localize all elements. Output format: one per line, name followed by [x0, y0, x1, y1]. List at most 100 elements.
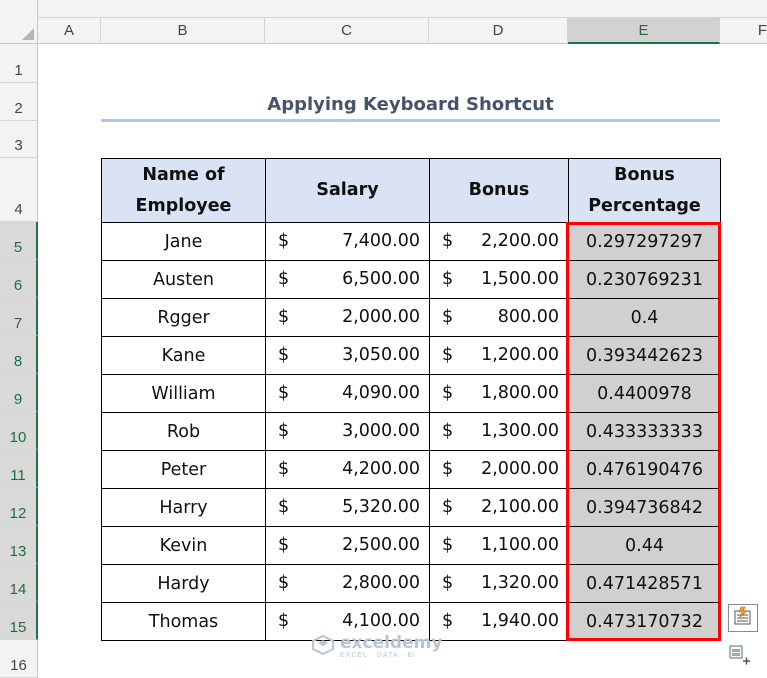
salary-amount: 2,800.00	[342, 573, 420, 593]
bonus-percentage-selection-box	[566, 222, 721, 641]
currency-symbol: $	[442, 497, 454, 517]
currency-symbol: $	[442, 535, 454, 555]
row-header-2[interactable]: 2	[0, 83, 38, 121]
bonus-amount: 1,200.00	[481, 345, 559, 365]
exceldemy-watermark: exceldemy EXCEL · DATA · BI	[312, 632, 462, 662]
currency-symbol: $	[442, 231, 454, 251]
column-header-e[interactable]: E	[568, 18, 720, 44]
salary-cell[interactable]: $2,800.00	[265, 564, 430, 603]
bonus-cell[interactable]: $1,300.00	[429, 412, 569, 451]
currency-symbol: $	[278, 611, 290, 631]
currency-symbol: $	[278, 269, 290, 289]
column-header-c[interactable]: C	[265, 18, 429, 44]
header-name-of-employee[interactable]: Name of Employee	[101, 158, 266, 223]
header-bonus-percentage[interactable]: Bonus Percentage	[568, 158, 721, 223]
row-header-14[interactable]: 14	[0, 564, 38, 602]
bonus-cell[interactable]: $2,000.00	[429, 450, 569, 489]
employee-name-cell[interactable]: Jane	[101, 222, 266, 261]
row-header-12[interactable]: 12	[0, 488, 38, 526]
column-header-f[interactable]: F	[720, 18, 767, 44]
employee-name-cell[interactable]: Kevin	[101, 526, 266, 565]
employee-name-cell[interactable]: Rgger	[101, 298, 266, 337]
bonus-cell[interactable]: $2,200.00	[429, 222, 569, 261]
select-all-corner[interactable]	[0, 0, 38, 44]
bonus-amount: 1,100.00	[481, 535, 559, 555]
bonus-amount: 2,000.00	[481, 459, 559, 479]
row-header-4[interactable]: 4	[0, 158, 38, 222]
currency-symbol: $	[442, 421, 454, 441]
salary-amount: 3,000.00	[342, 421, 420, 441]
bonus-cell[interactable]: $1,200.00	[429, 336, 569, 375]
currency-symbol: $	[442, 573, 454, 593]
bonus-amount: 1,940.00	[481, 611, 559, 631]
row-header-15[interactable]: 15	[0, 602, 38, 640]
salary-amount: 6,500.00	[342, 269, 420, 289]
currency-symbol: $	[442, 307, 454, 327]
row-header-6[interactable]: 6	[0, 260, 38, 298]
row-header-3[interactable]: 3	[0, 121, 38, 158]
paste-options-button[interactable]	[728, 644, 752, 666]
employee-name-cell[interactable]: Rob	[101, 412, 266, 451]
bonus-amount: 800.00	[497, 307, 559, 327]
salary-amount: 2,000.00	[342, 307, 420, 327]
header-bonus[interactable]: Bonus	[429, 158, 569, 223]
employee-name-cell[interactable]: Peter	[101, 450, 266, 489]
row-header-10[interactable]: 10	[0, 412, 38, 450]
row-header-7[interactable]: 7	[0, 298, 38, 336]
employee-name-cell[interactable]: William	[101, 374, 266, 413]
column-header-a[interactable]: A	[38, 18, 101, 44]
table-header-row: Name of Employee Salary Bonus Bonus Perc…	[101, 158, 721, 223]
employee-name-cell[interactable]: Harry	[101, 488, 266, 527]
row-header-9[interactable]: 9	[0, 374, 38, 412]
row-header-16[interactable]: 16	[0, 640, 38, 678]
column-header-top-strip	[38, 0, 767, 18]
title-underline	[101, 119, 720, 122]
bonus-amount: 1,300.00	[481, 421, 559, 441]
currency-symbol: $	[278, 307, 290, 327]
row-header-1[interactable]: 1	[0, 44, 38, 83]
column-header-b[interactable]: B	[101, 18, 265, 44]
bonus-cell[interactable]: $1,500.00	[429, 260, 569, 299]
currency-symbol: $	[442, 611, 454, 631]
bonus-cell[interactable]: $1,100.00	[429, 526, 569, 565]
row-header-8[interactable]: 8	[0, 336, 38, 374]
header-salary[interactable]: Salary	[265, 158, 430, 223]
currency-symbol: $	[278, 497, 290, 517]
salary-cell[interactable]: $4,200.00	[265, 450, 430, 489]
bonus-cell[interactable]: $1,800.00	[429, 374, 569, 413]
row-header-5[interactable]: 5	[0, 222, 38, 260]
employee-name-cell[interactable]: Austen	[101, 260, 266, 299]
watermark-name: exceldemy	[340, 632, 443, 653]
quick-analysis-icon	[732, 606, 754, 631]
salary-amount: 4,090.00	[342, 383, 420, 403]
salary-cell[interactable]: $3,000.00	[265, 412, 430, 451]
salary-cell[interactable]: $2,500.00	[265, 526, 430, 565]
employee-name-cell[interactable]: Thomas	[101, 602, 266, 641]
row-header-13[interactable]: 13	[0, 526, 38, 564]
salary-cell[interactable]: $5,320.00	[265, 488, 430, 527]
currency-symbol: $	[278, 421, 290, 441]
salary-cell[interactable]: $4,090.00	[265, 374, 430, 413]
bonus-cell[interactable]: $800.00	[429, 298, 569, 337]
salary-amount: 7,400.00	[342, 231, 420, 251]
currency-symbol: $	[278, 345, 290, 365]
salary-cell[interactable]: $7,400.00	[265, 222, 430, 261]
salary-cell[interactable]: $3,050.00	[265, 336, 430, 375]
row-header-11[interactable]: 11	[0, 450, 38, 488]
currency-symbol: $	[442, 383, 454, 403]
salary-cell[interactable]: $2,000.00	[265, 298, 430, 337]
currency-symbol: $	[278, 231, 290, 251]
employee-name-cell[interactable]: Kane	[101, 336, 266, 375]
exceldemy-logo-icon	[312, 634, 334, 660]
employee-name-cell[interactable]: Hardy	[101, 564, 266, 603]
watermark-tagline: EXCEL · DATA · BI	[340, 651, 416, 659]
currency-symbol: $	[278, 459, 290, 479]
bonus-amount: 2,200.00	[481, 231, 559, 251]
bonus-amount: 1,800.00	[481, 383, 559, 403]
bonus-cell[interactable]: $1,320.00	[429, 564, 569, 603]
bonus-amount: 1,320.00	[481, 573, 559, 593]
bonus-cell[interactable]: $2,100.00	[429, 488, 569, 527]
salary-cell[interactable]: $6,500.00	[265, 260, 430, 299]
column-header-d[interactable]: D	[429, 18, 568, 44]
quick-analysis-button[interactable]	[728, 604, 758, 632]
